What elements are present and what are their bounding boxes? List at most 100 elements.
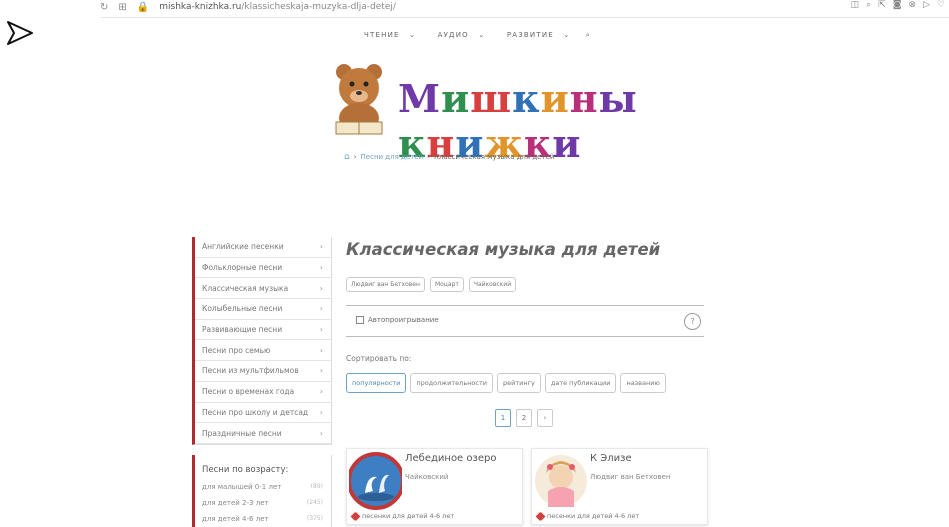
sidebar-category-label: Классическая музыка [202,283,289,293]
play-icon[interactable]: ▷ [923,0,930,10]
nav-item-reading[interactable]: ЧТЕНИЕ ⌄ [358,31,416,39]
song-author[interactable]: Чайковский [405,473,448,481]
sidebar-category-label: Песни из мультфильмов [202,366,299,376]
sidebar-category-item[interactable]: Песни про семью › [195,340,331,362]
tag-button[interactable]: Чайковский [468,277,517,292]
next-page-button[interactable]: › [537,409,553,427]
page-button[interactable]: 2 [516,409,532,427]
sort-button[interactable]: популярности [346,373,407,393]
close-circle-icon[interactable]: ⊗ [908,0,916,10]
age-label: для детей 4-6 лет [202,514,269,523]
lock-icon: 🔒 [136,1,150,13]
sidebar-category-item[interactable]: Песни о временах года › [195,382,331,403]
chevron-right-icon: › [319,387,323,397]
sidebar-category-item[interactable]: Классическая музыка › [195,278,331,300]
song-title[interactable]: К Элизе [590,453,632,464]
nav-item-development[interactable]: РАЗВИТИЕ ⌄ [501,31,571,39]
age-filter-item[interactable]: для малышей 0-1 лет (89) [195,479,331,495]
age-count: (375) [306,514,323,522]
song-card[interactable]: Лебединое озеро Чайковский песенки для д… [346,448,523,525]
age-label: для детей 2-3 лет [202,498,269,507]
nav-item-audio[interactable]: АУДИО ⌄ [432,31,486,39]
divider [100,17,949,18]
tag-button[interactable]: Моцарт [429,277,464,292]
song-tag[interactable]: песенки для детей 4-6 лет [350,511,454,521]
sidebar-category-label: Английские песенки [202,242,284,252]
tag-icon [535,511,546,521]
sidebar-category-label: Песни о временах года [202,387,295,397]
sidebar-category-label: Фольклорные песни [202,263,283,273]
swan-lake-thumbnail [349,452,402,510]
reload-icon[interactable]: ↻ [100,2,108,13]
tag-icon [350,511,361,521]
search-icon[interactable]: ⌕ [586,31,591,39]
sort-button[interactable]: продолжительности [410,373,493,393]
main-content: Классическая музыка для детей Людвиг ван… [346,240,708,525]
age-count: (89) [310,482,323,490]
song-author[interactable]: Людвиг ван Бетховен [590,473,670,481]
home-icon[interactable]: ⌂ [344,152,350,162]
site-logo[interactable]: Мишкины книжки [330,62,730,166]
sort-options: популярности продолжительности рейтингу дат… [346,373,666,393]
bear-icon [335,64,383,135]
camera-icon[interactable]: ◙ [893,0,902,10]
sidebar-category-label: Колыбельные песни [202,304,283,314]
category-list: Английские песенки › Фольклорные песни › Кла… [192,237,332,445]
song-title[interactable]: Лебединое озеро [405,453,496,464]
age-filter-item[interactable]: для детей 2-3 лет (245) [195,495,331,511]
page-button[interactable]: 1 [495,409,511,427]
divider [346,305,704,306]
url-field[interactable]: mishka-knizhka.ru/klassicheskaja-muzyka-… [159,2,396,12]
age-label: для малышей 0-1 лет [202,482,282,491]
browser-address-bar: ↻ ⊞ 🔒 mishka-knizhka.ru/klassicheskaja-m… [100,0,949,14]
chevron-right-icon: › [319,428,323,438]
autoplay-label: Автопроигрывание [368,316,439,324]
sidebar-category-label: Развивающие песни [202,325,283,335]
age-filter: Песни по возрасту: для малышей 0-1 лет (8… [192,454,332,527]
chevron-right-icon: › [319,304,323,314]
sidebar-category-item[interactable]: Фольклорные песни › [195,258,331,279]
sort-button[interactable]: дате публикации [544,373,617,393]
heart-icon[interactable]: ♡ [937,0,945,10]
sidebar-category-label: Песни про школу и детсад [202,407,309,417]
sidebar-category-item[interactable]: Песни из мультфильмов › [195,361,331,382]
sidebar-category-item[interactable]: Песни про школу и детсад › [195,403,331,424]
age-filter-item[interactable]: для детей 4-6 лет (375) [195,511,331,527]
tag-list: Людвиг ван Бетховен Моцарт Чайковский [346,277,517,292]
sidebar-category-item[interactable]: Праздничные песни › [195,423,331,444]
help-icon[interactable]: ? [684,313,701,330]
autoplay-toggle[interactable]: Автопроигрывание [356,316,439,324]
sort-button[interactable]: названию [620,373,666,393]
divider [346,336,704,337]
chevron-right-icon: › [319,283,323,293]
song-tag[interactable]: песенки для детей 4-6 лет [535,511,639,521]
autoplay-checkbox[interactable] [356,316,364,324]
breadcrumb-link[interactable]: Песни для детей [361,153,424,161]
sidebar-category-item[interactable]: Английские песенки › [195,237,331,258]
chevron-right-icon: › [319,242,323,252]
zoom-icon[interactable]: ⌕ [866,0,871,10]
song-card[interactable]: К Элизе Людвиг ван Бетховен песенки для … [531,448,708,525]
tag-button[interactable]: Людвиг ван Бетховен [346,277,425,292]
browser-toolbar-icons: ◫ ⌕ ⇱ ◙ ⊗ ▷ ♡ [851,0,945,10]
sidebar-category-label: Праздничные песни [202,428,282,438]
reader-icon[interactable]: ◫ [851,0,860,10]
sort-label: Сортировать по: [346,354,412,363]
sidebar: Английские песенки › Фольклорные песни › Кла… [192,237,332,527]
chevron-right-icon: › [319,345,323,355]
chevron-right-icon: › [319,366,323,376]
age-count: (245) [306,498,323,506]
apps-icon[interactable]: ⊞ [118,2,126,13]
chevron-right-icon: › [319,407,323,417]
sidebar-category-label: Песни про семью [202,345,271,355]
fur-elise-thumbnail [535,455,587,507]
page-title: Классическая музыка для детей [346,240,661,259]
share-icon[interactable]: ⇱ [878,0,886,10]
sort-button[interactable]: рейтингу [496,373,541,393]
sidebar-category-item[interactable]: Колыбельные песни › [195,299,331,320]
age-heading: Песни по возрасту: [202,464,289,475]
breadcrumb-current: Классическая музыка для детей [433,153,555,161]
breadcrumb: ⌂ › Песни для детей › Классическая музык… [344,152,555,162]
sidebar-category-item[interactable]: Развивающие песни › [195,320,331,341]
pagination: 1 2 › [495,409,553,427]
